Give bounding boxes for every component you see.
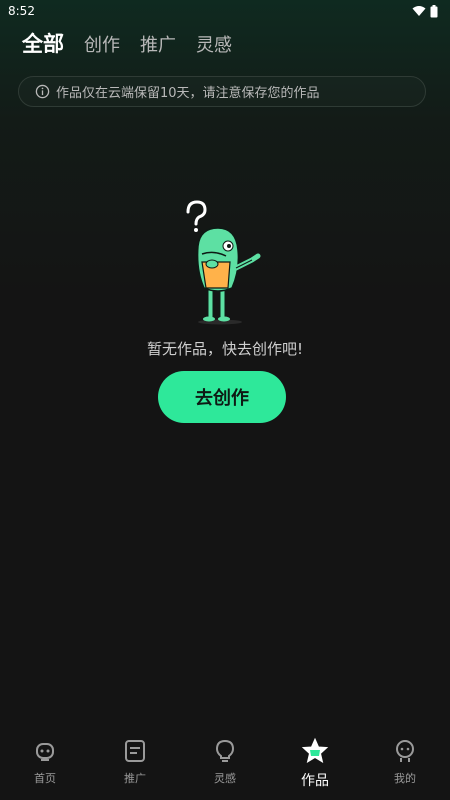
bottom-navigation: 首页 推广 灵感 作品 我的	[0, 730, 450, 800]
empty-state-message: 暂无作品，快去创作吧!	[146, 340, 303, 358]
star-icon	[300, 736, 330, 766]
nav-works[interactable]: 作品	[275, 736, 355, 790]
status-icons	[412, 4, 438, 18]
nav-promote[interactable]: 推广	[95, 736, 175, 786]
wifi-icon	[412, 6, 426, 16]
battery-icon	[430, 4, 438, 17]
robot-face-icon	[30, 736, 60, 766]
tab-all[interactable]: 全部	[22, 28, 64, 58]
status-time: 8:52	[8, 4, 35, 18]
nav-profile[interactable]: 我的	[365, 736, 445, 786]
nav-works-label: 作品	[301, 773, 329, 789]
tab-promote[interactable]: 推广	[140, 31, 176, 57]
notice-text: 作品仅在云端保留10天，请注意保存您的作品	[56, 86, 320, 101]
document-icon	[120, 736, 150, 766]
nav-inspiration-label: 灵感	[214, 772, 236, 785]
nav-home-label: 首页	[34, 772, 56, 785]
category-tabs: 全部 创作 推广 灵感	[22, 28, 232, 58]
retention-notice: 作品仅在云端保留10天，请注意保存您的作品	[18, 76, 426, 107]
lightbulb-icon	[210, 736, 240, 766]
nav-home[interactable]: 首页	[5, 736, 85, 786]
go-create-button[interactable]: 去创作	[158, 371, 286, 423]
nav-profile-label: 我的	[394, 772, 416, 785]
tab-create[interactable]: 创作	[84, 31, 120, 57]
profile-icon	[390, 736, 420, 766]
tab-inspiration[interactable]: 灵感	[196, 31, 232, 57]
status-bar: 8:52	[0, 0, 450, 22]
nav-promote-label: 推广	[124, 772, 146, 785]
nav-inspiration[interactable]: 灵感	[185, 736, 265, 786]
info-icon	[35, 84, 50, 99]
confused-mascot-illustration	[186, 200, 261, 325]
